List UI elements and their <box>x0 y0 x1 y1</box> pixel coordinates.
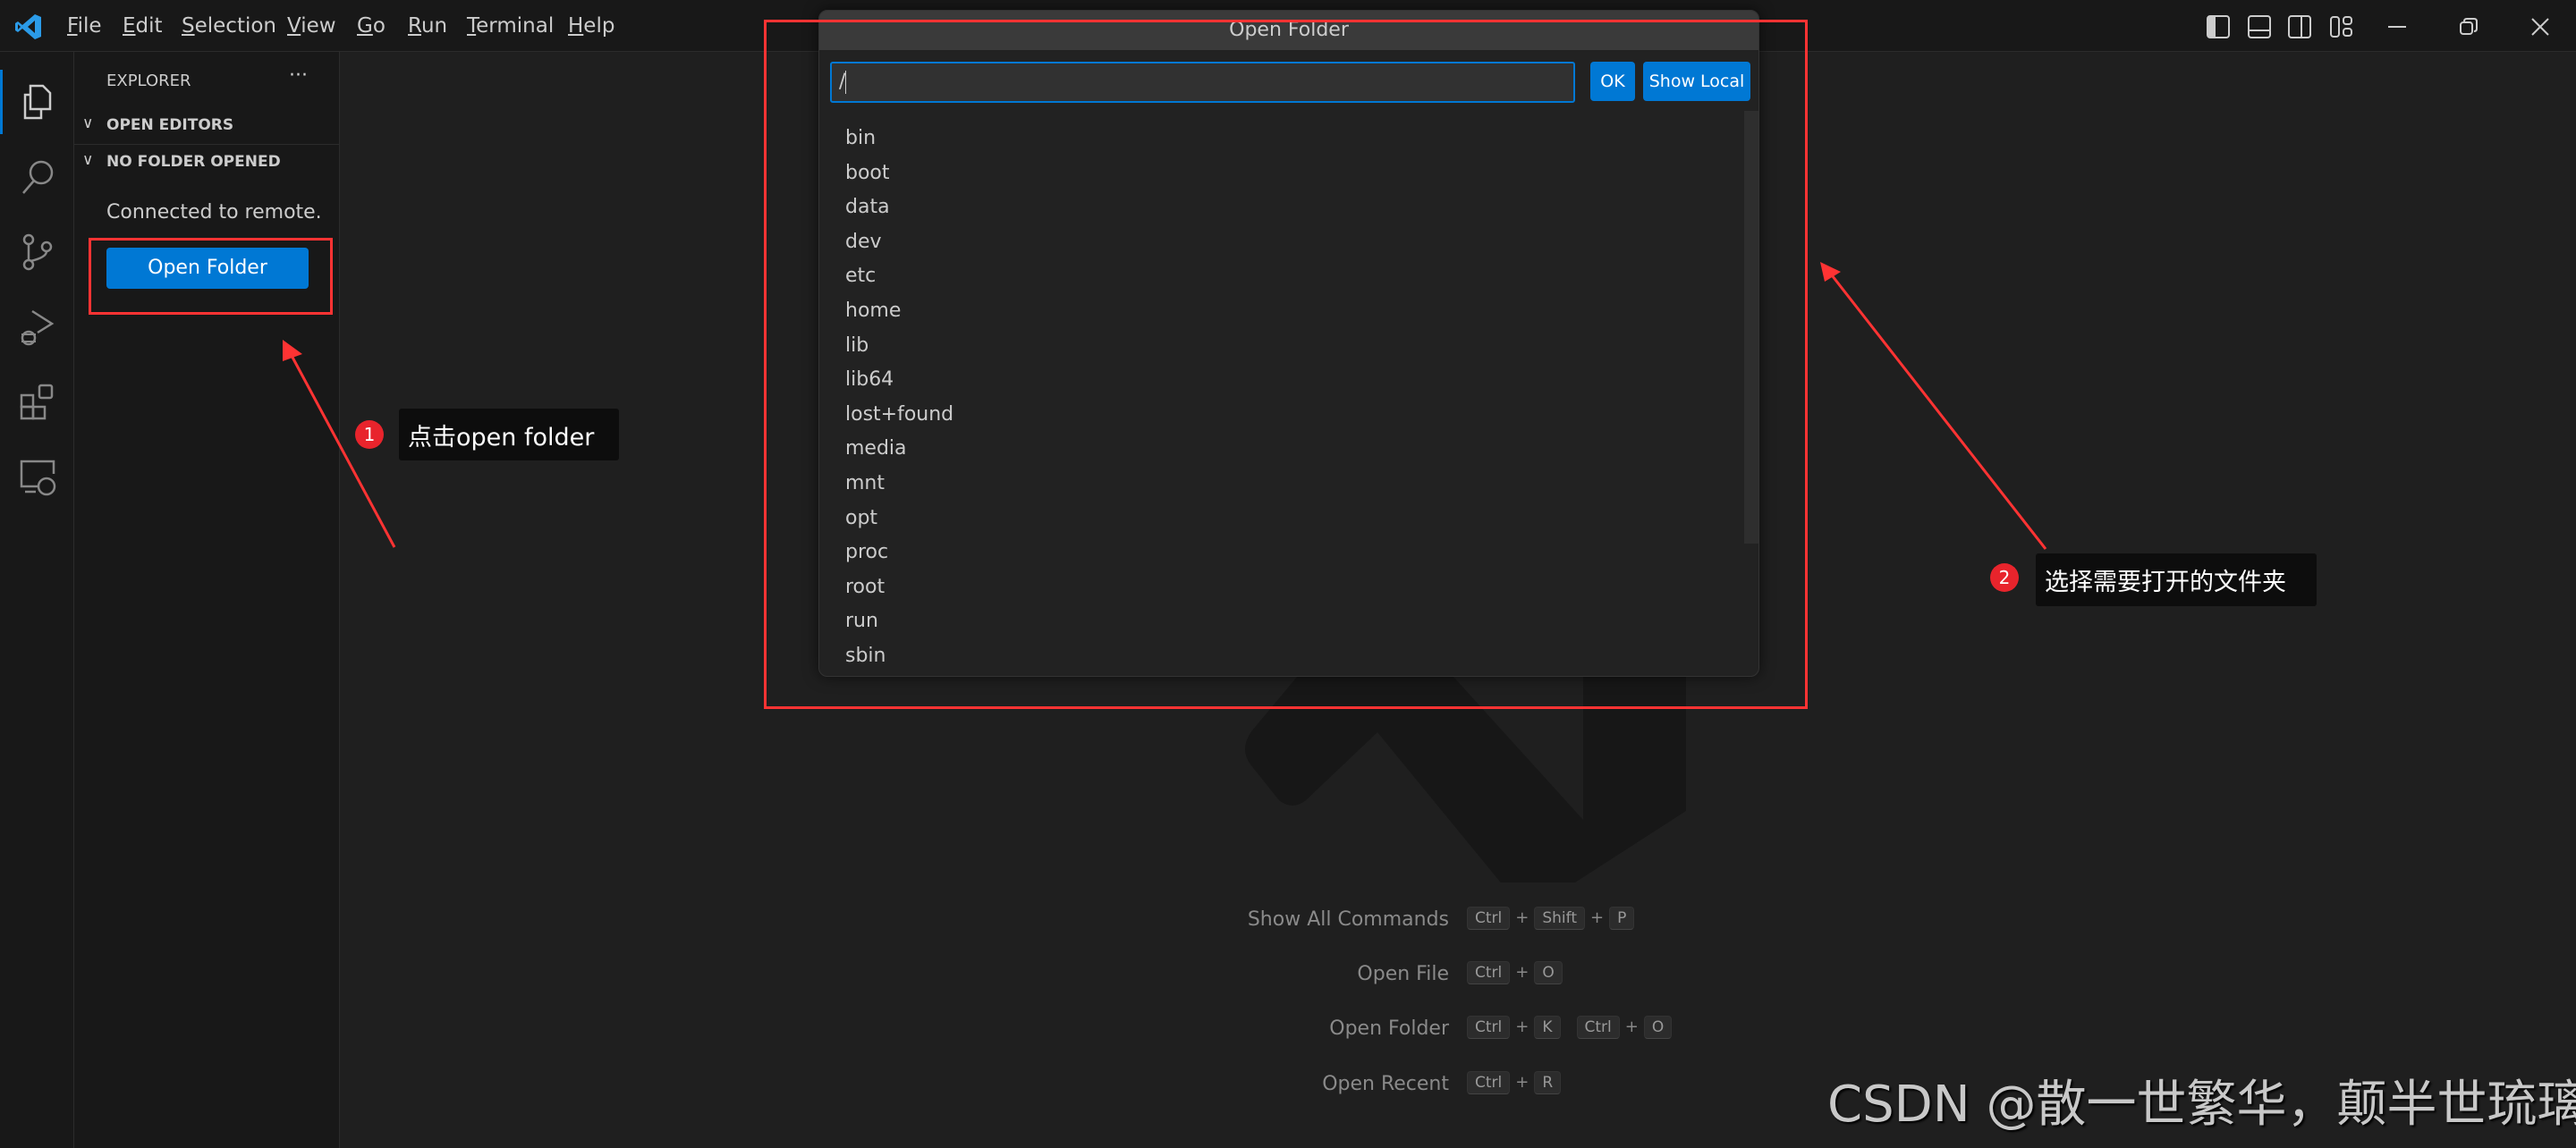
activity-bar <box>0 52 74 1148</box>
extensions-icon[interactable] <box>0 367 74 438</box>
shortcut-keys: Ctrl + O <box>1467 961 1579 984</box>
menu-file[interactable]: File <box>67 0 102 52</box>
annotation-badge-1: 1 <box>355 420 384 449</box>
shortcut-label: Show All Commands <box>1247 908 1449 931</box>
annotation-tooltip-2: 选择需要打开的文件夹 <box>2036 553 2317 606</box>
keycap: Ctrl <box>1467 961 1511 984</box>
toggle-panel-icon[interactable] <box>2248 15 2271 38</box>
section-label: NO FOLDER OPENED <box>106 153 281 171</box>
key-combo: Ctrl + Shift + P <box>1467 907 1635 930</box>
key-combo: Ctrl + O <box>1467 961 1563 984</box>
menu-view[interactable]: View <box>287 0 336 52</box>
shortcut-keys: Ctrl + K Ctrl + O <box>1467 1016 1688 1039</box>
annotation-badge-2: 2 <box>1990 563 2019 592</box>
close-icon[interactable] <box>2531 18 2549 36</box>
menu-selection[interactable]: Selection <box>182 0 276 52</box>
explorer-sidebar: EXPLORER ··· ∨ OPEN EDITORS ∨ NO FOLDER … <box>74 52 340 1148</box>
shortcut-keys: Ctrl + Shift + P <box>1467 907 1650 930</box>
keycap: Ctrl <box>1467 1016 1511 1039</box>
source-control-icon[interactable] <box>0 216 74 288</box>
shortcut-label: Open Recent <box>1322 1073 1449 1095</box>
connected-text: Connected to remote. <box>106 201 322 224</box>
keycap: K <box>1534 1016 1561 1039</box>
key-combo: Ctrl + K <box>1467 1016 1561 1039</box>
shortcut-keys: Ctrl + R <box>1467 1071 1577 1094</box>
chevron-down-icon: ∨ <box>82 151 94 169</box>
shortcut-label: Open File <box>1357 963 1449 985</box>
plus-sign: + <box>1515 963 1530 982</box>
key-combo: Ctrl + O <box>1576 1016 1673 1039</box>
open-editors-section[interactable]: ∨ OPEN EDITORS <box>74 113 339 139</box>
explorer-icon[interactable] <box>0 66 74 138</box>
annotation-tooltip-1: 点击open folder <box>399 409 619 460</box>
keycap: Ctrl <box>1467 1071 1511 1094</box>
minimize-icon[interactable] <box>2388 25 2406 29</box>
restore-icon[interactable] <box>2460 18 2478 36</box>
plus-sign: + <box>1624 1017 1639 1036</box>
keycap: Ctrl <box>1576 1016 1620 1039</box>
annotation-box-2 <box>764 20 1808 709</box>
remote-explorer-icon[interactable] <box>0 442 74 513</box>
plus-sign: + <box>1589 908 1605 927</box>
plus-sign: + <box>1515 1073 1530 1092</box>
more-actions-button[interactable]: ··· <box>289 64 308 87</box>
search-icon[interactable] <box>0 141 74 213</box>
menu-run[interactable]: Run <box>408 0 447 52</box>
menu-terminal[interactable]: Terminal <box>467 0 554 52</box>
menu-go[interactable]: Go <box>357 0 386 52</box>
menu-edit[interactable]: Edit <box>123 0 163 52</box>
toggle-primary-sidebar-icon[interactable] <box>2207 15 2230 38</box>
plus-sign: + <box>1515 908 1530 927</box>
menu-help[interactable]: Help <box>568 0 614 52</box>
divider <box>74 144 339 145</box>
no-folder-section[interactable]: ∨ NO FOLDER OPENED <box>74 149 339 176</box>
keycap: R <box>1534 1071 1562 1094</box>
keycap: Shift <box>1534 907 1585 930</box>
vscode-logo-icon <box>15 14 41 39</box>
keycap: P <box>1609 907 1635 930</box>
customize-layout-icon[interactable] <box>2330 15 2353 38</box>
csdn-watermark: CSDN @散一世繁华，颠半世琉璃 <box>1827 1076 2576 1134</box>
plus-sign: + <box>1515 1017 1530 1036</box>
explorer-title: EXPLORER <box>106 72 191 90</box>
shortcut-label: Open Folder <box>1329 1017 1449 1040</box>
keycap: Ctrl <box>1467 907 1511 930</box>
keycap: O <box>1534 961 1563 984</box>
arrow-2 <box>1820 262 2047 550</box>
chevron-down-icon: ∨ <box>82 114 94 132</box>
keycap: O <box>1643 1016 1673 1039</box>
run-debug-icon[interactable] <box>0 291 74 363</box>
toggle-secondary-sidebar-icon[interactable] <box>2288 15 2311 38</box>
annotation-box-1 <box>89 238 333 315</box>
section-label: OPEN EDITORS <box>106 116 234 134</box>
key-combo: Ctrl + R <box>1467 1071 1562 1094</box>
